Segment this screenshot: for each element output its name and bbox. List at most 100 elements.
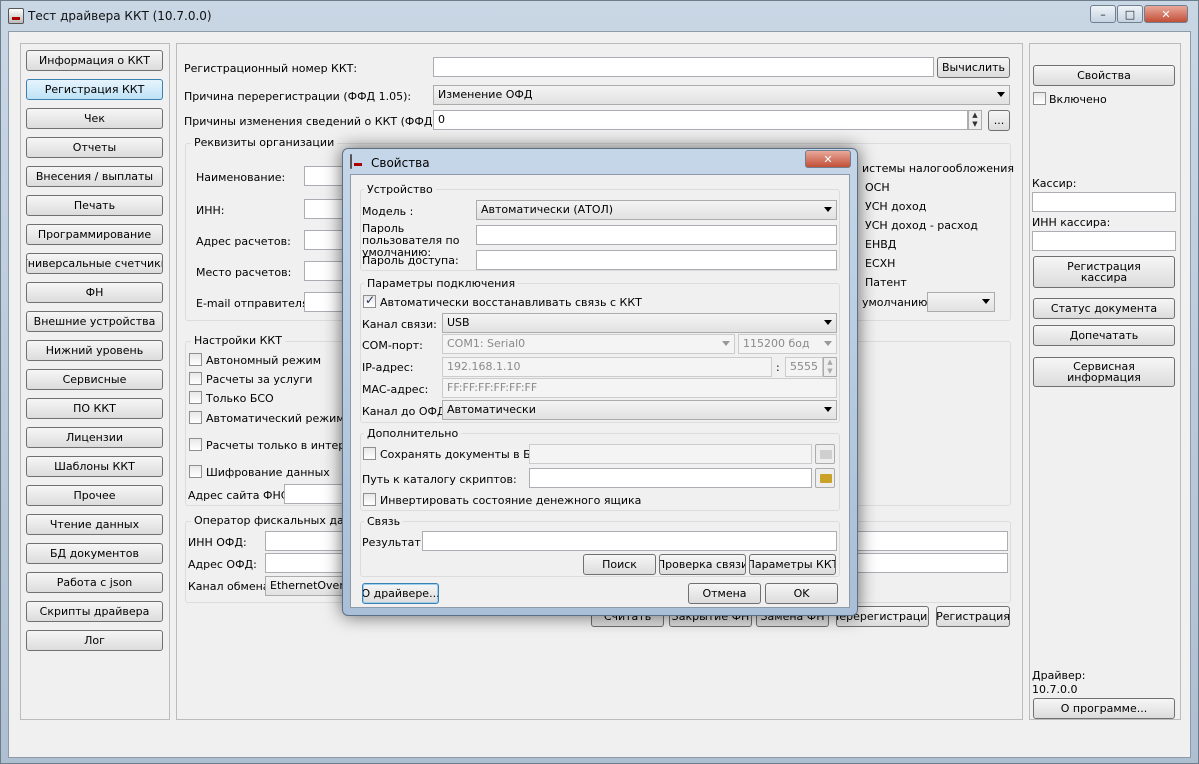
ok-button[interactable]: OK: [765, 583, 838, 604]
auto-restore-checkbox[interactable]: [363, 293, 376, 308]
dialog-icon: [350, 154, 352, 169]
fns-site-input[interactable]: [284, 484, 344, 504]
org-field-label: Наименование:: [196, 171, 286, 184]
link-group-label: Связь: [364, 515, 404, 528]
nav-button-18[interactable]: Работа с json: [26, 572, 163, 593]
folder-icon[interactable]: [815, 444, 835, 464]
cashier-input[interactable]: [1032, 192, 1176, 212]
kkt-setting-checkbox[interactable]: [189, 391, 202, 404]
kkt-setting-checkbox[interactable]: [189, 372, 202, 385]
org-field-input[interactable]: [304, 292, 344, 312]
port-spinner[interactable]: ▲ ▼: [823, 357, 837, 377]
close-button[interactable]: ✕: [1144, 5, 1188, 23]
nav-button-8[interactable]: ФН: [26, 282, 163, 303]
nav-button-7[interactable]: Универсальные счетчики: [26, 253, 163, 274]
nav-button-16[interactable]: Чтение данных: [26, 514, 163, 535]
exchange-select[interactable]: EthernetOverTr: [265, 576, 345, 596]
org-field-input[interactable]: [304, 261, 344, 281]
about-driver-button[interactable]: О драйвере...: [362, 583, 439, 604]
mac-label: MAC-адрес:: [362, 383, 429, 396]
ofd-address-input-right[interactable]: [857, 553, 1008, 573]
user-password-input[interactable]: [476, 225, 837, 245]
org-field-input[interactable]: [304, 166, 344, 186]
nav-button-5[interactable]: Печать: [26, 195, 163, 216]
reprint-button[interactable]: Допечатать: [1033, 325, 1175, 346]
cashier-registration-button[interactable]: Регистрация кассира: [1033, 256, 1175, 288]
model-select[interactable]: Автоматически (АТОЛ): [476, 200, 837, 220]
device-group-label: Устройство: [364, 183, 436, 196]
save-docs-checkbox[interactable]: [363, 447, 376, 460]
kkt-setting-checkbox[interactable]: [189, 411, 202, 424]
folder-icon[interactable]: [815, 468, 835, 488]
cashier-inn-label: ИНН кассира:: [1032, 216, 1111, 229]
change-reasons-ellipsis-button[interactable]: ...: [988, 110, 1010, 131]
maximize-button[interactable]: □: [1117, 5, 1143, 23]
kkt-setting-checkbox[interactable]: [189, 465, 202, 478]
kkt-setting-label: Расчеты за услуги: [206, 373, 313, 386]
minimize-button[interactable]: –: [1090, 5, 1116, 23]
nav-button-11[interactable]: Сервисные: [26, 369, 163, 390]
nav-button-12[interactable]: ПО ККТ: [26, 398, 163, 419]
nav-button-15[interactable]: Прочее: [26, 485, 163, 506]
ofd-inn-input[interactable]: [265, 531, 345, 551]
save-docs-path-input[interactable]: [529, 444, 812, 464]
invert-drawer-label: Инвертировать состояние денежного ящика: [380, 494, 642, 507]
org-field-input[interactable]: [304, 199, 344, 219]
cancel-button[interactable]: Отмена: [688, 583, 761, 604]
port-input[interactable]: 5555: [785, 357, 823, 377]
nav-button-9[interactable]: Внешние устройства: [26, 311, 163, 332]
change-reasons-spinner[interactable]: ▲ ▼: [968, 110, 982, 130]
about-program-button[interactable]: О программе...: [1033, 698, 1175, 719]
nav-button-13[interactable]: Лицензии: [26, 427, 163, 448]
org-field-label: E-mail отправителя:: [196, 297, 313, 310]
mac-input[interactable]: FF:FF:FF:FF:FF:FF: [442, 378, 837, 398]
dialog-close-button[interactable]: ✕: [805, 150, 851, 168]
org-field-label: Место расчетов:: [196, 266, 292, 279]
rereg-reason-select[interactable]: Изменение ОФД: [433, 85, 1010, 105]
access-password-input[interactable]: [476, 250, 837, 270]
ip-input[interactable]: 192.168.1.10: [442, 357, 772, 377]
tax-group-label: истемы налогообложения: [862, 162, 1014, 175]
result-input[interactable]: [422, 531, 837, 551]
org-field-input[interactable]: [304, 230, 344, 250]
channel-select[interactable]: USB: [442, 313, 837, 333]
reg-number-input[interactable]: [433, 57, 934, 77]
properties-button[interactable]: Свойства: [1033, 65, 1175, 86]
kkt-params-button[interactable]: Параметры ККТ: [749, 554, 836, 575]
connection-group-label: Параметры подключения: [364, 277, 519, 290]
bottom-button-4[interactable]: Регистрация: [936, 606, 1010, 627]
ofd-channel-select[interactable]: Автоматически: [442, 400, 837, 420]
com-port-select[interactable]: COM1: Serial0: [442, 334, 735, 354]
nav-button-4[interactable]: Внесения / выплаты: [26, 166, 163, 187]
nav-button-6[interactable]: Программирование: [26, 224, 163, 245]
nav-button-10[interactable]: Нижний уровень: [26, 340, 163, 361]
enabled-checkbox[interactable]: [1033, 92, 1046, 105]
nav-button-0[interactable]: Информация о ККТ: [26, 50, 163, 71]
nav-button-2[interactable]: Чек: [26, 108, 163, 129]
nav-button-14[interactable]: Шаблоны ККТ: [26, 456, 163, 477]
calculate-button[interactable]: Вычислить: [937, 57, 1010, 78]
scripts-path-input[interactable]: [529, 468, 812, 488]
tax-default-select[interactable]: [927, 292, 995, 312]
nav-button-19[interactable]: Скрипты драйвера: [26, 601, 163, 622]
ofd-inn-input-right[interactable]: [857, 531, 1008, 551]
invert-drawer-checkbox[interactable]: [363, 493, 376, 506]
kkt-setting-checkbox[interactable]: [189, 353, 202, 366]
kkt-setting-checkbox[interactable]: [189, 438, 202, 451]
driver-label: Драйвер:: [1032, 669, 1086, 682]
scripts-path-label: Путь к каталогу скриптов:: [362, 473, 517, 486]
service-info-button[interactable]: Сервисная информация: [1033, 357, 1175, 387]
kkt-setting-label: Автоматический режим: [206, 412, 345, 425]
change-reasons-input[interactable]: 0: [433, 110, 968, 130]
check-connection-button[interactable]: Проверка связи: [659, 554, 746, 575]
document-status-button[interactable]: Статус документа: [1033, 298, 1175, 319]
cashier-inn-input[interactable]: [1032, 231, 1176, 251]
search-button[interactable]: Поиск: [583, 554, 656, 575]
nav-button-20[interactable]: Лог: [26, 630, 163, 651]
ofd-address-input[interactable]: [265, 553, 345, 573]
nav-button-3[interactable]: Отчеты: [26, 137, 163, 158]
app-icon: [8, 8, 24, 24]
nav-button-1[interactable]: Регистрация ККТ: [26, 79, 163, 100]
nav-button-17[interactable]: БД документов: [26, 543, 163, 564]
baud-select[interactable]: 115200 бод: [738, 334, 837, 354]
